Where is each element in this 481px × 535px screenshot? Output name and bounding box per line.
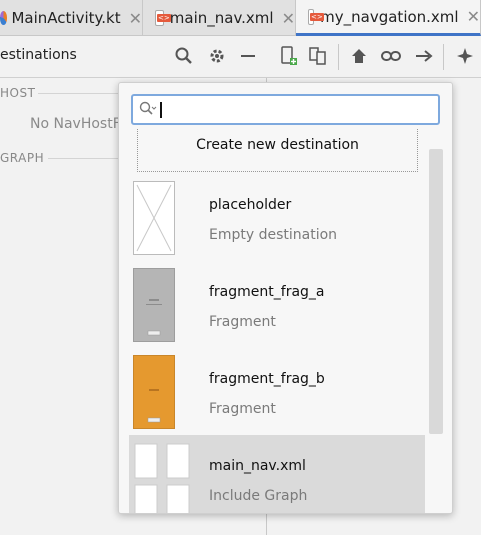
destination-search-field[interactable] [131,94,440,125]
search-icon [139,101,157,121]
empty-destination-thumbnail [133,181,175,255]
destination-item-placeholder[interactable]: placeholder Empty destination [129,174,425,260]
destinations-title: estinations [0,47,77,63]
destination-type: Fragment [209,314,276,330]
xml-file-icon [155,10,171,26]
close-icon[interactable]: ✕ [467,7,480,26]
toolbar-divider [443,44,444,70]
destination-name: fragment_frag_b [209,371,325,387]
destination-type: Empty destination [209,227,338,243]
nested-graph-icon[interactable] [307,45,329,67]
destination-search-input[interactable] [163,99,433,121]
divider [48,158,118,159]
destination-item-fragment-frag-a[interactable]: fragment_frag_a Fragment [129,261,425,347]
xml-file-icon [308,8,325,25]
text-caret [160,102,162,118]
popup-scrollbar[interactable] [429,149,443,434]
tab-label: main_nav.xml [169,9,274,27]
link-icon[interactable] [380,45,402,67]
graph-section-label: GRAPH [0,151,45,165]
destination-item-main-nav[interactable]: main_nav.xml Include Graph [129,435,425,513]
create-new-destination-button[interactable]: Create new destination [137,129,418,172]
kotlin-file-icon [0,11,8,25]
ide-window: MainActivity.kt ✕ main_nav.xml ✕ my_navg… [0,0,481,535]
close-icon[interactable]: ✕ [282,9,295,28]
tab-main-nav[interactable]: main_nav.xml ✕ [143,0,296,36]
tab-my-navgation[interactable]: my_navgation.xml ✕ [296,0,481,36]
minus-icon[interactable] [237,45,259,67]
destination-name: fragment_frag_a [209,284,325,300]
toolbar-divider [338,44,339,70]
tab-main-activity[interactable]: MainActivity.kt ✕ [0,0,143,36]
no-nav-host-text: No NavHostF [30,116,121,132]
nav-editor-toolbar: estinations [0,36,481,78]
tab-label: MainActivity.kt [11,9,121,27]
home-icon[interactable] [348,45,370,67]
magic-icon[interactable] [454,45,476,67]
tab-label: my_navgation.xml [320,7,459,26]
close-icon[interactable]: ✕ [129,9,142,28]
new-destination-popup: Create new destination placeholder Empty… [118,82,453,514]
editor-tab-bar: MainActivity.kt ✕ main_nav.xml ✕ my_navg… [0,0,481,36]
fragment-thumbnail [133,268,175,342]
search-icon[interactable] [173,45,195,67]
host-section-label: HOST [0,86,36,100]
destination-name: main_nav.xml [209,458,306,474]
include-graph-thumbnail [134,443,194,513]
fragment-thumbnail [133,355,175,429]
destination-name: placeholder [209,197,292,213]
gear-icon[interactable] [206,45,228,67]
new-destination-icon[interactable] [278,45,300,67]
destination-item-fragment-frag-b[interactable]: fragment_frag_b Fragment [129,348,425,434]
destination-type: Fragment [209,401,276,417]
destination-type: Include Graph [209,488,308,504]
divider [38,93,118,94]
arrow-right-icon[interactable] [413,45,435,67]
